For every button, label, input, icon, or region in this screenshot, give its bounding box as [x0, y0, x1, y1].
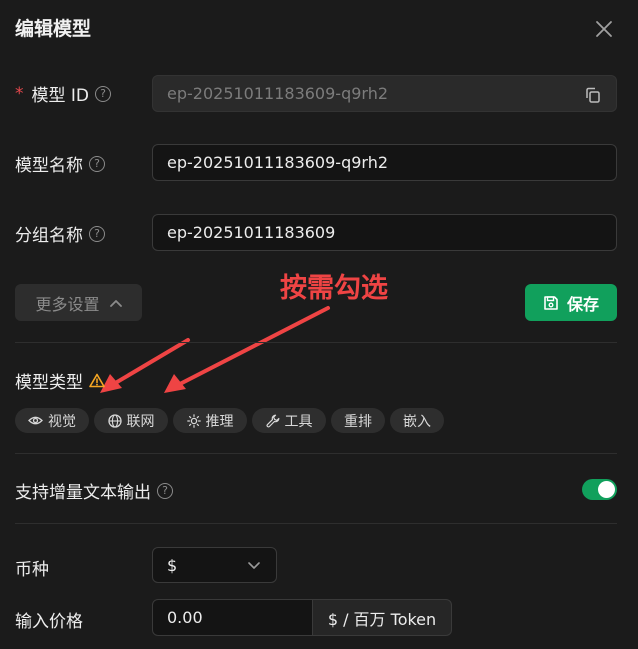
tag-label: 重排: [344, 413, 372, 430]
save-icon: [544, 295, 558, 310]
tag-label: 嵌入: [403, 413, 431, 430]
eye-icon: [28, 416, 43, 425]
wrench-icon: [266, 414, 279, 427]
currency-value: $: [167, 555, 178, 575]
more-settings-button[interactable]: 更多设置: [15, 284, 142, 321]
group-name-label-text: 分组名称: [15, 226, 83, 246]
save-button[interactable]: 保存: [525, 284, 617, 321]
warning-icon: [89, 373, 105, 388]
tag-label: 视觉: [48, 413, 76, 430]
annotation-arrow-line: [176, 306, 330, 387]
model-id-label: * 模型 ID ?: [15, 81, 112, 106]
currency-label: 币种: [15, 555, 49, 580]
model-name-input[interactable]: ep-20251011183609-q9rh2: [152, 144, 617, 181]
required-mark: *: [15, 83, 24, 104]
model-name-label: 模型名称 ?: [15, 151, 105, 176]
price-unit-addon: $ / 百万 Token: [312, 599, 452, 636]
tag-reasoning[interactable]: 推理: [173, 408, 247, 433]
model-name-label-text: 模型名称: [15, 156, 83, 176]
group-name-input[interactable]: ep-20251011183609: [152, 214, 617, 251]
chevron-up-icon: [109, 299, 122, 307]
model-type-label: 模型类型: [15, 368, 105, 393]
streaming-toggle[interactable]: [582, 479, 617, 500]
input-price-label: 输入价格: [15, 607, 83, 632]
model-name-value: ep-20251011183609-q9rh2: [167, 153, 389, 172]
model-id-value: ep-20251011183609-q9rh2: [167, 84, 389, 103]
input-price-value: 0.00: [167, 608, 203, 627]
currency-label-text: 币种: [15, 560, 49, 580]
group-name-label: 分组名称 ?: [15, 221, 105, 246]
divider: [15, 453, 617, 454]
model-id-label-text: 模型 ID: [31, 86, 90, 106]
help-icon[interactable]: ?: [89, 225, 105, 242]
annotation-arrowhead: [164, 374, 186, 393]
dialog-title: 编辑模型: [15, 18, 92, 40]
tag-label: 联网: [126, 413, 155, 430]
tag-embedding[interactable]: 嵌入: [390, 408, 444, 433]
input-price-input[interactable]: 0.00: [152, 599, 313, 636]
group-name-value: ep-20251011183609: [167, 223, 336, 242]
divider: [15, 523, 617, 524]
model-id-input: ep-20251011183609-q9rh2: [152, 75, 617, 112]
close-icon[interactable]: [594, 19, 614, 39]
sun-icon: [186, 413, 201, 428]
tag-vision[interactable]: 视觉: [15, 408, 89, 433]
tag-label: 工具: [284, 413, 313, 430]
price-unit-text: $ / 百万 Token: [327, 609, 437, 629]
tag-tools[interactable]: 工具: [252, 408, 326, 433]
tag-web[interactable]: 联网: [94, 408, 168, 433]
help-icon[interactable]: ?: [89, 155, 105, 172]
model-type-label-text: 模型类型: [15, 373, 83, 393]
copy-icon[interactable]: [584, 86, 602, 104]
annotation-text: 按需勾选: [280, 273, 388, 304]
annotation-arrow-line: [110, 338, 190, 387]
globe-icon: [107, 413, 122, 428]
currency-select[interactable]: $: [152, 547, 277, 583]
streaming-label: 支持增量文本输出 ?: [15, 478, 173, 503]
tag-label: 推理: [205, 413, 234, 430]
tag-rerank[interactable]: 重排: [331, 408, 385, 433]
help-icon[interactable]: ?: [95, 85, 112, 102]
toggle-knob: [598, 481, 615, 498]
streaming-label-text: 支持增量文本输出: [15, 483, 151, 503]
help-icon[interactable]: ?: [157, 482, 173, 499]
divider: [15, 342, 617, 343]
more-settings-label: 更多设置: [35, 294, 100, 314]
save-label: 保存: [566, 294, 599, 314]
input-price-label-text: 输入价格: [15, 612, 83, 632]
chevron-down-icon: [248, 562, 260, 569]
